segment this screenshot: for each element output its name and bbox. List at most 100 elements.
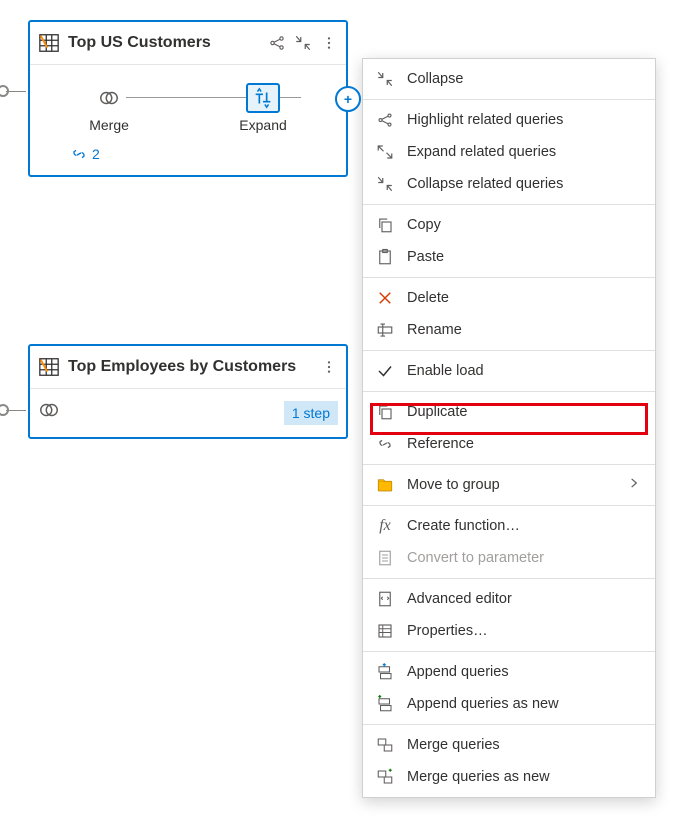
menu-collapse[interactable]: Collapse: [363, 63, 655, 95]
append-new-icon: [375, 694, 395, 714]
menu-label: Create function…: [407, 518, 641, 534]
collapse-icon[interactable]: [294, 34, 312, 52]
query-card-header: Top Employees by Customers: [30, 346, 346, 388]
menu-separator: [363, 350, 655, 351]
query-title: Top Employees by Customers: [68, 358, 312, 376]
steps-row: Merge Expand +: [30, 65, 346, 137]
step-label: Merge: [89, 117, 129, 133]
merge-icon: [38, 399, 66, 427]
menu-duplicate[interactable]: Duplicate: [363, 396, 655, 428]
menu-label: Copy: [407, 217, 641, 233]
table-icon: [38, 356, 60, 378]
menu-separator: [363, 464, 655, 465]
context-menu: Collapse Highlight related queries Expan…: [362, 58, 656, 798]
step-merge[interactable]: Merge: [89, 83, 129, 133]
menu-separator: [363, 724, 655, 725]
expand-step-icon: [246, 83, 280, 113]
collapse-icon: [375, 69, 395, 89]
menu-enable-load[interactable]: Enable load: [363, 355, 655, 387]
merge-icon: [92, 83, 126, 113]
menu-label: Expand related queries: [407, 144, 641, 160]
connector-line: [6, 410, 26, 411]
menu-separator: [363, 277, 655, 278]
expand-icon: [375, 142, 395, 162]
menu-advanced-editor[interactable]: Advanced editor: [363, 583, 655, 615]
collapsed-body: 1 step: [30, 388, 346, 437]
linked-queries-badge[interactable]: 2: [70, 145, 100, 163]
merge-new-icon: [375, 767, 395, 787]
query-card-top-us-customers[interactable]: Top US Customers Merge Expand +: [28, 20, 348, 177]
card-footer: 2: [30, 137, 346, 175]
share-icon: [375, 110, 395, 130]
collapse-icon: [375, 174, 395, 194]
menu-separator: [363, 204, 655, 205]
menu-label: Rename: [407, 322, 641, 338]
menu-merge-queries[interactable]: Merge queries: [363, 729, 655, 761]
menu-label: Append queries as new: [407, 696, 641, 712]
append-icon: [375, 662, 395, 682]
step-count-badge[interactable]: 1 step: [284, 401, 338, 425]
add-step-button[interactable]: +: [335, 86, 361, 112]
menu-label: Move to group: [407, 477, 615, 493]
menu-label: Delete: [407, 290, 641, 306]
menu-label: Highlight related queries: [407, 112, 641, 128]
delete-icon: [375, 288, 395, 308]
menu-rename[interactable]: Rename: [363, 314, 655, 346]
menu-label: Append queries: [407, 664, 641, 680]
menu-append-queries[interactable]: Append queries: [363, 656, 655, 688]
more-icon[interactable]: [320, 358, 338, 376]
menu-label: Properties…: [407, 623, 641, 639]
more-icon[interactable]: [320, 34, 338, 52]
menu-separator: [363, 651, 655, 652]
chevron-right-icon: [627, 476, 641, 494]
editor-icon: [375, 589, 395, 609]
menu-merge-queries-as-new[interactable]: Merge queries as new: [363, 761, 655, 793]
menu-separator: [363, 505, 655, 506]
duplicate-icon: [375, 402, 395, 422]
menu-label: Enable load: [407, 363, 641, 379]
menu-label: Merge queries as new: [407, 769, 641, 785]
menu-paste[interactable]: Paste: [363, 241, 655, 273]
copy-icon: [375, 215, 395, 235]
menu-label: Merge queries: [407, 737, 641, 753]
rename-icon: [375, 320, 395, 340]
menu-expand-related[interactable]: Expand related queries: [363, 136, 655, 168]
menu-separator: [363, 578, 655, 579]
query-card-top-employees[interactable]: Top Employees by Customers 1 step: [28, 344, 348, 439]
menu-copy[interactable]: Copy: [363, 209, 655, 241]
menu-label: Collapse: [407, 71, 641, 87]
menu-move-to-group[interactable]: Move to group: [363, 469, 655, 501]
menu-append-queries-as-new[interactable]: Append queries as new: [363, 688, 655, 720]
menu-label: Reference: [407, 436, 641, 452]
connector-line: [6, 91, 26, 92]
check-icon: [375, 361, 395, 381]
menu-delete[interactable]: Delete: [363, 282, 655, 314]
share-icon[interactable]: [268, 34, 286, 52]
menu-label: Advanced editor: [407, 591, 641, 607]
step-expand[interactable]: Expand: [239, 83, 286, 133]
menu-separator: [363, 391, 655, 392]
menu-label: Paste: [407, 249, 641, 265]
menu-create-function[interactable]: fx Create function…: [363, 510, 655, 542]
step-label: Expand: [239, 117, 286, 133]
folder-icon: [375, 475, 395, 495]
menu-label: Collapse related queries: [407, 176, 641, 192]
menu-label: Duplicate: [407, 404, 641, 420]
query-title: Top US Customers: [68, 34, 260, 52]
menu-separator: [363, 99, 655, 100]
menu-properties[interactable]: Properties…: [363, 615, 655, 647]
parameter-icon: [375, 548, 395, 568]
menu-collapse-related[interactable]: Collapse related queries: [363, 168, 655, 200]
paste-icon: [375, 247, 395, 267]
menu-highlight-related[interactable]: Highlight related queries: [363, 104, 655, 136]
properties-icon: [375, 621, 395, 641]
menu-label: Convert to parameter: [407, 550, 641, 566]
query-card-header: Top US Customers: [30, 22, 346, 65]
menu-convert-to-parameter: Convert to parameter: [363, 542, 655, 574]
linked-count: 2: [92, 146, 100, 162]
reference-icon: [375, 434, 395, 454]
table-icon: [38, 32, 60, 54]
merge-queries-icon: [375, 735, 395, 755]
menu-reference[interactable]: Reference: [363, 428, 655, 460]
function-icon: fx: [375, 516, 395, 536]
